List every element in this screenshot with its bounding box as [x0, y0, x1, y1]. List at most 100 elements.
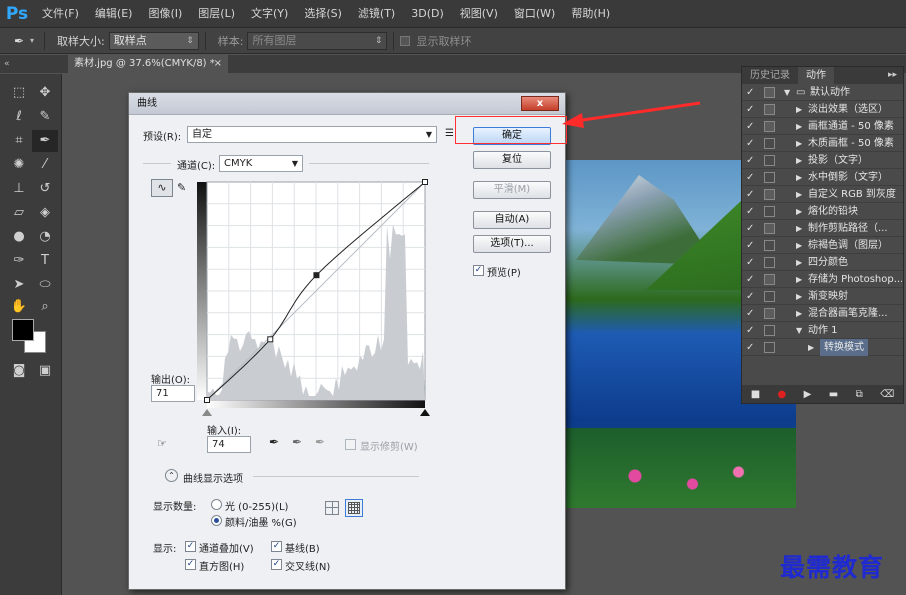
crop-tool-icon[interactable]: ⌗ — [6, 130, 32, 152]
collapsed-triangle-icon[interactable]: ▶ — [796, 118, 802, 135]
toggle-check-icon[interactable]: ✓ — [746, 339, 754, 356]
action-item[interactable]: ✓ ▶ 画框通道 - 50 像素 — [742, 118, 903, 135]
stop-icon[interactable]: ■ — [751, 389, 760, 400]
sample-size-select[interactable]: 取样点 ⇕ — [109, 32, 199, 50]
menu-type[interactable]: 文字(Y) — [243, 0, 296, 28]
collapsed-triangle-icon[interactable]: ▶ — [796, 152, 802, 169]
collapsed-triangle-icon[interactable]: ▶ — [796, 186, 802, 203]
options-button[interactable]: 选项(T)... — [473, 235, 551, 253]
eraser-tool-icon[interactable]: ▱ — [6, 202, 32, 224]
toggle-check-icon[interactable]: ✓ — [746, 305, 754, 322]
toggle-check-icon[interactable]: ✓ — [746, 254, 754, 271]
lasso-tool-icon[interactable]: ℓ — [6, 106, 32, 128]
collapsed-triangle-icon[interactable]: ▶ — [796, 135, 802, 152]
dialog-toggle-icon[interactable] — [764, 325, 775, 336]
eyedropper-icon[interactable]: ✒ — [8, 34, 30, 48]
pigment-radio[interactable] — [211, 515, 222, 526]
dialog-toggle-icon[interactable] — [764, 240, 775, 251]
collapsed-triangle-icon[interactable]: ▶ — [808, 339, 814, 356]
collapsed-triangle-icon[interactable]: ▶ — [796, 271, 802, 288]
show-ring-checkbox[interactable] — [400, 36, 410, 46]
path-select-tool-icon[interactable]: ➤ — [6, 274, 32, 296]
black-eyedropper-icon[interactable]: ✒ — [269, 435, 279, 449]
toggle-check-icon[interactable]: ✓ — [746, 152, 754, 169]
output-field[interactable]: 71 — [151, 385, 195, 402]
new-action-icon[interactable]: ⧉ — [856, 389, 863, 400]
curve-control-point[interactable] — [314, 273, 319, 278]
toggle-check-icon[interactable]: ✓ — [746, 118, 754, 135]
dialog-toggle-icon[interactable] — [764, 223, 775, 234]
dialog-toggle-icon[interactable] — [764, 172, 775, 183]
collapse-panel-icon[interactable]: « — [4, 55, 10, 73]
delete-icon[interactable]: ⌫ — [880, 389, 894, 400]
action-item[interactable]: ✓ ▶ 棕褐色调（图层） — [742, 237, 903, 254]
curve-control-point[interactable] — [205, 398, 210, 403]
toggle-check-icon[interactable]: ✓ — [746, 186, 754, 203]
collapsed-triangle-icon[interactable]: ▶ — [796, 169, 802, 186]
dialog-toggle-icon[interactable] — [764, 155, 775, 166]
baseline-checkbox[interactable]: ✓ — [271, 541, 282, 552]
dialog-toggle-icon[interactable] — [764, 274, 775, 285]
smooth-button[interactable]: 平滑(M) — [473, 181, 551, 199]
action-item[interactable]: ✓ ▶ 木质画框 - 50 像素 — [742, 135, 903, 152]
collapsed-triangle-icon[interactable]: ▶ — [796, 203, 802, 220]
collapsed-triangle-icon[interactable]: ▶ — [796, 254, 802, 271]
dialog-toggle-icon[interactable] — [764, 257, 775, 268]
menu-file[interactable]: 文件(F) — [34, 0, 87, 28]
show-clipping-checkbox[interactable] — [345, 439, 356, 450]
play-icon[interactable]: ▶ — [804, 389, 812, 400]
toggle-check-icon[interactable]: ✓ — [746, 135, 754, 152]
reset-button[interactable]: 复位 — [473, 151, 551, 169]
dialog-toggle-icon[interactable] — [764, 206, 775, 217]
curve-control-point[interactable] — [268, 337, 273, 342]
toggle-check-icon[interactable]: ✓ — [746, 237, 754, 254]
menu-layer[interactable]: 图层(L) — [190, 0, 243, 28]
histogram-checkbox[interactable]: ✓ — [185, 559, 196, 570]
collapse-options-icon[interactable]: ⌃ — [165, 469, 178, 482]
simple-grid-button[interactable] — [325, 501, 339, 515]
healing-tool-icon[interactable]: ✺ — [6, 154, 32, 176]
action-item[interactable]: ✓ ▶ 水中倒影（文字） — [742, 169, 903, 186]
menu-window[interactable]: 窗口(W) — [506, 0, 563, 28]
screen-mode-icon[interactable]: ▣ — [32, 360, 58, 382]
dialog-toggle-icon[interactable] — [764, 104, 775, 115]
close-icon[interactable]: × — [214, 55, 222, 73]
menu-help[interactable]: 帮助(H) — [563, 0, 618, 28]
quick-select-tool-icon[interactable]: ✎ — [32, 106, 58, 128]
toggle-check-icon[interactable]: ✓ — [746, 101, 754, 118]
type-tool-icon[interactable]: T — [32, 250, 58, 272]
action-item[interactable]: ✓ ▶ 四分颜色 — [742, 254, 903, 271]
action-item[interactable]: ✓ ▶ 投影（文字） — [742, 152, 903, 169]
shape-tool-icon[interactable]: ⬭ — [32, 274, 58, 296]
gray-eyedropper-icon[interactable]: ✒ — [292, 435, 302, 449]
toggle-check-icon[interactable]: ✓ — [746, 220, 754, 237]
action-item[interactable]: ✓ ▶ 熔化的铅块 — [742, 203, 903, 220]
menu-view[interactable]: 视图(V) — [452, 0, 506, 28]
toggle-check-icon[interactable]: ✓ — [746, 84, 754, 101]
action-item[interactable]: ✓ ▶ 存储为 Photoshop... — [742, 271, 903, 288]
menu-edit[interactable]: 编辑(E) — [87, 0, 141, 28]
quick-mask-icon[interactable]: ◙ — [6, 360, 32, 382]
document-tab[interactable]: 素材.jpg @ 37.6%(CMYK/8) * × — [68, 55, 228, 73]
collapsed-triangle-icon[interactable]: ▶ — [796, 288, 802, 305]
dialog-toggle-icon[interactable] — [764, 87, 775, 98]
curve-control-point[interactable] — [423, 180, 428, 185]
preview-checkbox[interactable]: ✓ — [473, 265, 484, 276]
chevron-down-icon[interactable]: ▾ — [30, 36, 34, 45]
menu-select[interactable]: 选择(S) — [296, 0, 350, 28]
dialog-toggle-icon[interactable] — [764, 189, 775, 200]
zoom-tool-icon[interactable]: ⌕ — [32, 296, 58, 318]
marquee-tool-icon[interactable]: ⬚ — [6, 82, 32, 104]
expanded-triangle-icon[interactable]: ▼ — [796, 322, 802, 339]
action-item[interactable]: ✓ ▶ 混合器画笔克隆... — [742, 305, 903, 322]
tab-history[interactable]: 历史记录 — [742, 67, 798, 84]
dialog-toggle-icon[interactable] — [764, 121, 775, 132]
panel-menu-icon[interactable]: ▸▸ — [888, 67, 897, 84]
detailed-grid-button[interactable] — [345, 499, 363, 517]
collapsed-triangle-icon[interactable]: ▶ — [796, 305, 802, 322]
collapsed-triangle-icon[interactable]: ▶ — [796, 101, 802, 118]
history-brush-tool-icon[interactable]: ↺ — [32, 178, 58, 200]
clone-stamp-tool-icon[interactable]: ⊥ — [6, 178, 32, 200]
toggle-check-icon[interactable]: ✓ — [746, 288, 754, 305]
brush-tool-icon[interactable]: ⁄ — [32, 154, 58, 176]
